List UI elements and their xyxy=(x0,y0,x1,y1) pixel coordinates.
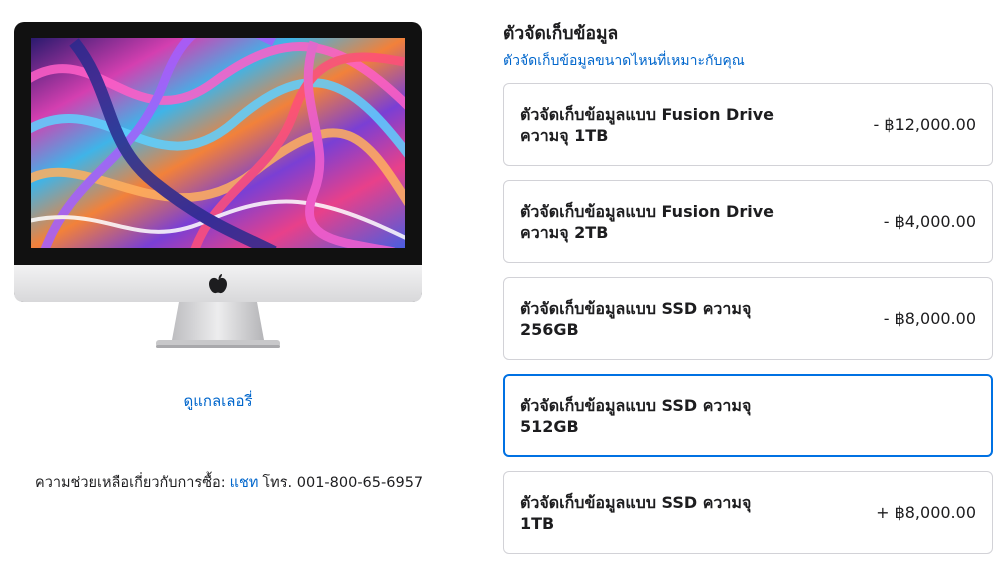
storage-option-fusion-2tb[interactable]: ตัวจัดเก็บข้อมูลแบบ Fusion Drive ความจุ … xyxy=(503,180,993,263)
option-name: ตัวจัดเก็บข้อมูลแบบ SSD ความจุ 256GB xyxy=(520,298,752,339)
storage-option-ssd-256gb[interactable]: ตัวจัดเก็บข้อมูลแบบ SSD ความจุ 256GB - ฿… xyxy=(503,277,993,360)
storage-help-link[interactable]: ตัวจัดเก็บข้อมูลขนาดไหนที่เหมาะกับคุณ xyxy=(503,50,745,72)
option-name: ตัวจัดเก็บข้อมูลแบบ Fusion Drive ความจุ … xyxy=(520,104,774,145)
product-image xyxy=(14,22,422,352)
storage-options: ตัวจัดเก็บข้อมูลแบบ Fusion Drive ความจุ … xyxy=(503,83,993,568)
storage-section-title: ตัวจัดเก็บข้อมูล xyxy=(503,24,619,44)
storage-option-fusion-1tb[interactable]: ตัวจัดเก็บข้อมูลแบบ Fusion Drive ความจุ … xyxy=(503,83,993,166)
chat-link[interactable]: แชท xyxy=(230,475,259,491)
option-price: - ฿8,000.00 xyxy=(883,309,976,328)
storage-option-ssd-1tb[interactable]: ตัวจัดเก็บข้อมูลแบบ SSD ความจุ 1TB + ฿8,… xyxy=(503,471,993,554)
help-prefix: ความช่วยเหลือเกี่ยวกับการซื้อ: xyxy=(35,475,226,491)
phone-number: โทร. 001-800-65-6957 xyxy=(262,475,424,491)
option-price: - ฿4,000.00 xyxy=(883,212,976,231)
option-price: - ฿12,000.00 xyxy=(873,115,976,134)
view-gallery-link[interactable]: ดูแกลเลอรี่ xyxy=(0,389,436,413)
option-name: ตัวจัดเก็บข้อมูลแบบ Fusion Drive ความจุ … xyxy=(520,201,774,242)
imac-illustration xyxy=(14,22,422,348)
option-name: ตัวจัดเก็บข้อมูลแบบ SSD ความจุ 1TB xyxy=(520,492,752,533)
option-price: + ฿8,000.00 xyxy=(876,503,976,522)
purchase-help: ความช่วยเหลือเกี่ยวกับการซื้อ: แชท โทร. 00… xyxy=(35,471,423,494)
storage-option-ssd-512gb[interactable]: ตัวจัดเก็บข้อมูลแบบ SSD ความจุ 512GB xyxy=(503,374,993,457)
option-name: ตัวจัดเก็บข้อมูลแบบ SSD ความจุ 512GB xyxy=(520,395,752,436)
